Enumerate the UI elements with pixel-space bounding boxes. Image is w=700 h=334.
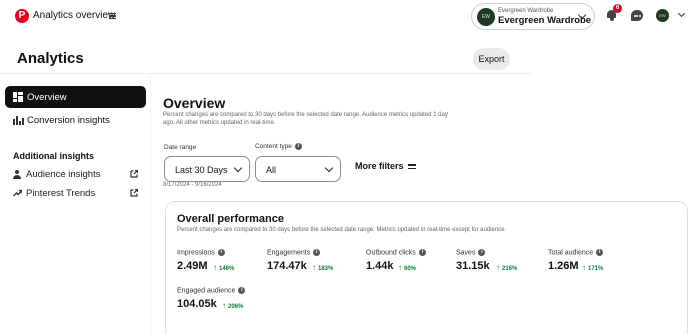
external-link-icon [130,189,138,197]
profile-avatar[interactable]: EW [656,9,669,22]
metric-label: Impressions i [177,249,225,256]
top-bar: P Analytics overview EW Evergreen Wardro… [0,0,700,36]
export-button[interactable]: Export [473,48,510,70]
content-type-label-text: Content type [255,143,292,151]
metric-label: Engagements i [267,249,321,256]
more-filters-button[interactable]: More filters [355,161,416,171]
sidebar-item-label: Audience insights [26,169,101,180]
metric-value: 1.26M [548,260,579,272]
info-icon[interactable]: i [313,249,321,256]
date-range-value: Last 30 Days [175,165,228,175]
metric-change: ↑ 206% [222,301,244,310]
arrow-up-icon: ↑ [312,263,316,272]
sidebar-item-label: Conversion insights [27,115,110,126]
info-icon[interactable]: i [418,249,426,256]
metric-change: ↑ 60% [398,263,417,272]
date-range-select[interactable]: Last 30 Days [164,156,250,182]
dashboard-icon [13,92,23,102]
sidebar-item-label: Overview [27,92,67,103]
metric-change: ↑ 146% [213,263,235,272]
metric-label: Total audience i [548,249,604,256]
arrow-up-icon: ↑ [213,263,217,272]
account-switcher[interactable]: EW Evergreen Wardrobe Evergreen Wardrobe [471,3,595,30]
menu-icon[interactable] [109,13,116,19]
metric-label: Outbound clicks i [366,249,426,256]
additional-insights-heading: Additional insights [13,151,94,161]
sidebar-item-audience-insights[interactable]: Audience insights [13,168,141,182]
info-icon[interactable]: i [294,143,302,150]
info-icon[interactable]: i [478,249,486,256]
sidebar-divider [150,74,151,334]
arrow-up-icon: ↑ [398,263,402,272]
chevron-down-icon [233,163,243,173]
info-icon[interactable]: i [238,287,246,294]
app-title: Analytics overview [33,10,116,21]
conversion-chart-icon [13,115,24,125]
trend-icon [13,189,22,197]
filter-icon [407,163,416,170]
metric-label: Engaged audience i [177,287,246,294]
metric-change: ↑ 183% [312,263,334,272]
content-type-select[interactable]: All [255,156,341,182]
metric-change: ↑ 216% [496,263,518,272]
sidebar-item-overview[interactable]: Overview [5,86,146,108]
pinterest-logo-icon[interactable]: P [15,9,29,23]
account-name: Evergreen Wardrobe [498,15,592,26]
notification-badge: 6 [613,4,622,13]
external-link-icon [130,170,138,178]
performance-title: Overall performance [177,213,284,225]
page-title: Analytics [17,50,84,67]
date-range-text: 8/17/2024 - 9/16/2024 [163,182,222,188]
info-icon[interactable]: i [596,249,604,256]
metric-value: 31.15k [456,260,490,272]
person-icon [13,170,21,179]
sidebar-item-conversion-insights[interactable]: Conversion insights [5,109,146,131]
metric-value: 104.05k [177,298,217,310]
arrow-up-icon: ↑ [496,263,500,272]
overview-description: Percent changes are compared to 30 days … [163,112,448,126]
content-type-value: All [266,165,277,175]
sidebar-item-label: Pinterest Trends [26,188,96,199]
arrow-up-icon: ↑ [582,263,586,272]
overview-title: Overview [163,95,226,111]
header-divider [0,73,531,74]
content-type-label: Content type i [255,143,302,150]
performance-description: Percent changes are compared to 30 days … [177,227,507,233]
sidebar-item-pinterest-trends[interactable]: Pinterest Trends [13,187,141,201]
account-sub-label: Evergreen Wardrobe [498,8,554,14]
metric-value: 174.47k [267,260,307,272]
arrow-up-icon: ↑ [222,301,226,310]
metric-label: Saves i [456,249,486,256]
info-icon[interactable]: i [217,249,225,256]
date-range-label: Date range [164,144,197,151]
metric-change: ↑ 171% [582,263,604,272]
more-filters-label: More filters [355,161,404,171]
chevron-down-icon [324,163,334,173]
messages-icon[interactable] [631,10,643,21]
account-avatar: EW [477,8,495,26]
metric-value: 2.49M [177,260,208,272]
chevron-down-icon[interactable] [677,9,686,18]
metric-value: 1.44k [366,260,394,272]
